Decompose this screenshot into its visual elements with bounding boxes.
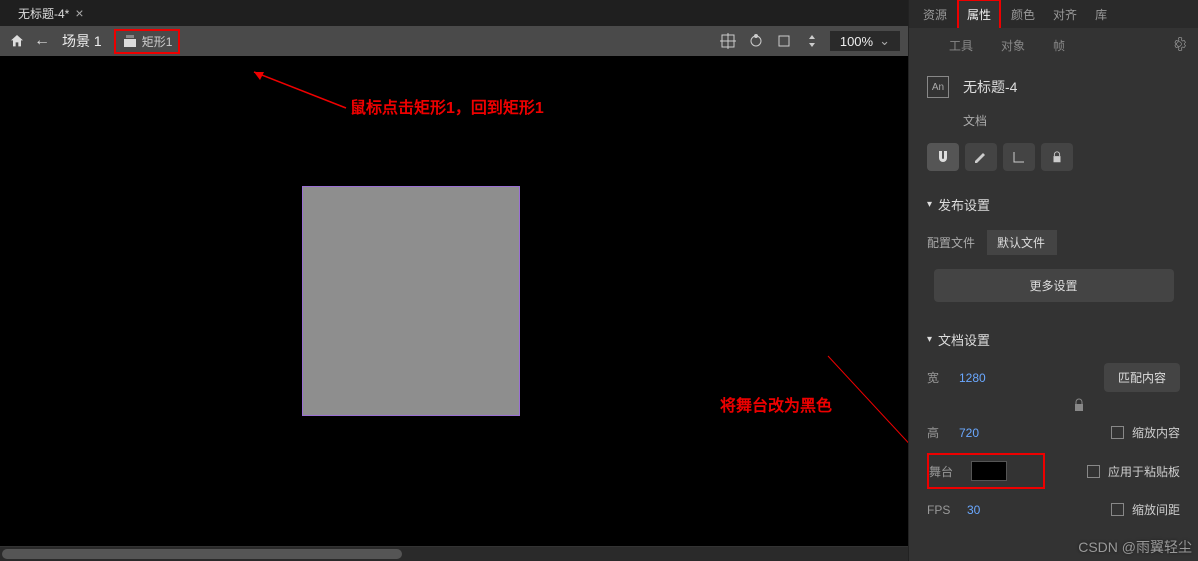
tool-edit-icon[interactable] — [965, 143, 997, 171]
checkbox-scale-gap[interactable] — [1111, 503, 1124, 516]
annotation-arrow-1 — [246, 68, 356, 116]
close-icon[interactable]: × — [75, 5, 83, 21]
animate-doc-icon: An — [927, 76, 949, 98]
apply-paste-row[interactable]: 应用于粘贴板 — [1087, 459, 1180, 484]
subtab-tool[interactable]: 工具 — [949, 37, 973, 54]
subtab-object[interactable]: 对象 — [1001, 37, 1025, 54]
annotation-text-2: 将舞台改为黑色 — [720, 392, 832, 416]
stage-toolbar: 100% ⌄ — [718, 26, 900, 56]
clip-stage-icon[interactable] — [774, 31, 794, 51]
publish-section-header[interactable]: ▾ 发布设置 — [927, 195, 1180, 214]
tab-library[interactable]: 库 — [1087, 1, 1115, 28]
stage-canvas[interactable]: 鼠标点击矩形1，回到矩形1 将舞台改为黑色 — [0, 56, 908, 546]
horizontal-scrollbar[interactable] — [0, 547, 908, 561]
document-subtitle: 文档 — [909, 112, 1198, 129]
profile-select[interactable]: 默认文件 — [987, 230, 1057, 255]
publish-title: 发布设置 — [938, 195, 990, 214]
width-row: 宽 1280 匹配内容 — [927, 359, 1180, 396]
height-input[interactable]: 720 — [959, 426, 979, 440]
tab-properties[interactable]: 属性 — [957, 0, 1001, 28]
document-tab-bar: 无标题-4* × — [0, 0, 908, 26]
annotation-text-1: 鼠标点击矩形1，回到矩形1 — [350, 94, 544, 118]
breadcrumb-scene[interactable]: 场景 1 — [58, 29, 106, 53]
main-editor-area: 无标题-4* × ← 场景 1 矩形1 1 — [0, 0, 908, 561]
properties-sub-tabs: 工具 对象 帧 — [909, 28, 1198, 62]
properties-panel: 资源 属性 颜色 对齐 库 工具 对象 帧 An 无标题-4 文档 ▾ — [908, 0, 1198, 561]
checkbox-apply-paste[interactable] — [1087, 465, 1100, 478]
apply-paste-label: 应用于粘贴板 — [1108, 463, 1180, 480]
checkbox-scale-content[interactable] — [1111, 426, 1124, 439]
profile-row: 配置文件 默认文件 — [927, 224, 1180, 261]
stage-label: 舞台 — [929, 463, 961, 480]
fps-label: FPS — [927, 503, 959, 517]
zoom-select[interactable]: 100% ⌄ — [830, 31, 900, 51]
fps-row: FPS 30 缩放间距 — [927, 493, 1180, 526]
symbol-icon — [122, 33, 138, 49]
watermark: CSDN @雨翼轻尘 — [1078, 537, 1192, 557]
zoom-value: 100% — [840, 34, 873, 49]
publish-section: ▾ 发布设置 配置文件 默认文件 更多设置 — [909, 185, 1198, 320]
chevron-down-icon: ⌄ — [879, 33, 890, 49]
scale-content-label: 缩放内容 — [1132, 424, 1180, 441]
tab-title: 无标题-4* — [18, 5, 69, 22]
chevron-down-icon: ▾ — [927, 334, 932, 345]
center-stage-icon[interactable] — [718, 31, 738, 51]
stage-color-group: 舞台 — [927, 453, 1045, 489]
document-title: 无标题-4 — [963, 77, 1017, 97]
document-tab[interactable]: 无标题-4* × — [10, 1, 92, 26]
tool-lock-icon[interactable] — [1041, 143, 1073, 171]
docset-title: 文档设置 — [938, 330, 990, 349]
gear-icon[interactable] — [1172, 37, 1186, 54]
panel-tab-bar: 资源 属性 颜色 对齐 库 — [909, 0, 1198, 28]
scale-gap-label: 缩放间距 — [1132, 501, 1180, 518]
scale-gap-row[interactable]: 缩放间距 — [1111, 497, 1180, 522]
tab-color[interactable]: 颜色 — [1003, 1, 1043, 28]
fps-input[interactable]: 30 — [967, 503, 980, 517]
docset-section-header[interactable]: ▾ 文档设置 — [927, 330, 1180, 349]
stage-color-row-wrap: 舞台 应用于粘贴板 — [927, 449, 1180, 493]
scale-content-row[interactable]: 缩放内容 — [1111, 420, 1180, 445]
annotation-arrow-2 — [770, 306, 930, 466]
breadcrumb-rect-highlight: 矩形1 — [114, 29, 181, 54]
profile-label: 配置文件 — [927, 234, 977, 251]
more-settings-button[interactable]: 更多设置 — [934, 269, 1174, 302]
height-label: 高 — [927, 424, 951, 441]
tool-magnet-icon[interactable] — [927, 143, 959, 171]
chevron-down-icon: ▾ — [927, 199, 932, 210]
rotate-view-icon[interactable] — [746, 31, 766, 51]
back-icon[interactable]: ← — [34, 32, 50, 50]
stage-color-swatch[interactable] — [971, 461, 1007, 481]
subtab-frame[interactable]: 帧 — [1053, 37, 1065, 54]
home-icon[interactable] — [8, 32, 26, 50]
width-label: 宽 — [927, 369, 951, 386]
scrollbar-thumb[interactable] — [2, 549, 402, 559]
tab-align[interactable]: 对齐 — [1045, 1, 1085, 28]
height-row: 高 720 缩放内容 — [927, 416, 1180, 449]
tool-corner-icon[interactable] — [1003, 143, 1035, 171]
breadcrumb-bar: ← 场景 1 矩形1 100% ⌄ — [0, 26, 908, 56]
match-content-button[interactable]: 匹配内容 — [1104, 363, 1180, 392]
quick-tool-row — [909, 143, 1198, 185]
width-input[interactable]: 1280 — [959, 371, 986, 385]
document-header: An 无标题-4 — [909, 62, 1198, 112]
link-dimensions-icon[interactable] — [1071, 398, 1087, 414]
rectangle-shape[interactable] — [302, 186, 520, 416]
document-settings-section: ▾ 文档设置 宽 1280 匹配内容 高 720 缩放内容 — [909, 320, 1198, 536]
breadcrumb-rect[interactable]: 矩形1 — [142, 33, 173, 50]
zoom-stepper-icon[interactable] — [802, 31, 822, 51]
tab-resource[interactable]: 资源 — [915, 1, 955, 28]
